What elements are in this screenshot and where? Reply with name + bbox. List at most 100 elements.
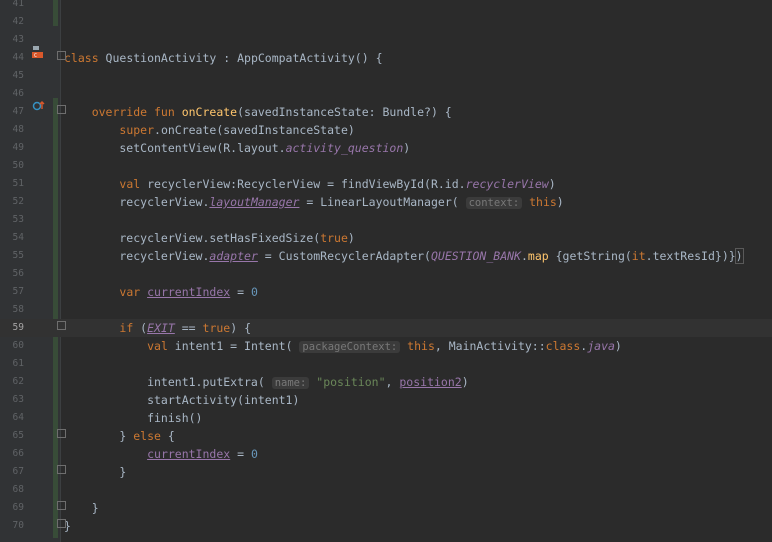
line-number: 64	[12, 412, 24, 423]
code-token: recyclerView:RecyclerView = findViewById…	[147, 177, 466, 191]
code-text[interactable]: currentIndex = 0	[64, 445, 258, 463]
code-line[interactable]: 49 setContentView(R.layout.activity_ques…	[0, 139, 772, 157]
code-line[interactable]: 70}	[0, 517, 772, 535]
code-text[interactable]: finish()	[64, 409, 202, 427]
code-line[interactable]: 54 recyclerView.setHasFixedSize(true)	[0, 229, 772, 247]
fold-marker-function[interactable]	[57, 105, 66, 114]
code-line[interactable]: 60 val intent1 = Intent( packageContext:…	[0, 337, 772, 355]
code-token: =	[230, 447, 251, 461]
code-token: setContentView(R.layout.	[64, 141, 286, 155]
code-line[interactable]: 56	[0, 265, 772, 283]
code-token: ,	[385, 375, 400, 389]
code-text[interactable]: }	[64, 463, 126, 481]
code-token: var	[119, 285, 148, 299]
line-number: 51	[12, 178, 24, 189]
code-text[interactable]: startActivity(intent1)	[64, 391, 299, 409]
code-text[interactable]: class QuestionActivity : AppCompatActivi…	[64, 49, 383, 67]
line-number: 46	[12, 88, 24, 99]
code-line[interactable]: 65 } else {	[0, 427, 772, 445]
activity-class-icon[interactable]: C	[32, 45, 44, 59]
code-line[interactable]: 68	[0, 481, 772, 499]
code-line[interactable]: 58	[0, 301, 772, 319]
fold-marker-if[interactable]	[57, 321, 66, 330]
code-token: override fun	[64, 105, 182, 119]
code-text[interactable]: override fun onCreate(savedInstanceState…	[64, 103, 452, 121]
code-line[interactable]: 69 }	[0, 499, 772, 517]
code-token: }	[64, 501, 99, 515]
code-token: layoutManager	[209, 195, 300, 209]
line-number: 43	[12, 34, 24, 45]
line-number: 56	[12, 268, 24, 279]
line-number: 54	[12, 232, 24, 243]
code-line[interactable]: 57 var currentIndex = 0	[0, 283, 772, 301]
code-text[interactable]: recyclerView.setHasFixedSize(true)	[64, 229, 354, 247]
code-token: recyclerView.setHasFixedSize(	[64, 231, 321, 245]
code-token: startActivity(intent1)	[64, 393, 300, 407]
line-number: 41	[12, 0, 24, 9]
line-number: 45	[12, 70, 24, 81]
fold-marker-else-end[interactable]	[57, 465, 66, 474]
fold-marker-function-end[interactable]	[57, 501, 66, 510]
code-token: activity_question	[285, 141, 404, 155]
code-editor[interactable]: 41 42 43 44 class QuestionActivity : AppComp…	[0, 0, 772, 542]
code-token: ) {	[230, 321, 251, 335]
code-line[interactable]: 47 override fun onCreate(savedInstanceSt…	[0, 103, 772, 121]
code-text[interactable]: recyclerView.adapter = CustomRecyclerAda…	[64, 247, 744, 265]
code-line[interactable]: 44 class QuestionActivity : AppCompatActi…	[0, 49, 772, 67]
code-text[interactable]: val intent1 = Intent( packageContext: th…	[64, 337, 622, 356]
code-token: = CustomRecyclerAdapter(	[257, 249, 431, 263]
code-line[interactable]: 64 finish()	[0, 409, 772, 427]
code-token: )	[614, 339, 622, 353]
code-line[interactable]: 46	[0, 85, 772, 103]
code-line[interactable]: 43	[0, 31, 772, 49]
code-line[interactable]: 45	[0, 67, 772, 85]
code-line[interactable]: 50	[0, 157, 772, 175]
code-line[interactable]: 55 recyclerView.adapter = CustomRecycler…	[0, 247, 772, 265]
code-line[interactable]: 51 val recyclerView:RecyclerView = findV…	[0, 175, 772, 193]
code-line[interactable]: 52 recyclerView.layoutManager = LinearLa…	[0, 193, 772, 211]
code-line[interactable]: 61	[0, 355, 772, 373]
code-text[interactable]: intent1.putExtra( name: "position", posi…	[64, 373, 469, 392]
code-token: EXIT	[147, 321, 175, 335]
code-text[interactable]: recyclerView.layoutManager = LinearLayou…	[64, 193, 564, 212]
code-line[interactable]: 41	[0, 0, 772, 13]
code-line[interactable]: 63 startActivity(intent1)	[0, 391, 772, 409]
code-line[interactable]: 48 super.onCreate(savedInstanceState)	[0, 121, 772, 139]
line-number: 57	[12, 286, 24, 297]
code-line[interactable]: 59 if (EXIT == true) {	[0, 319, 772, 337]
code-token: )	[548, 177, 556, 191]
code-token: it	[631, 249, 646, 263]
code-token: this	[522, 195, 557, 209]
fold-marker-class[interactable]	[57, 51, 66, 60]
line-number: 58	[12, 304, 24, 315]
code-line[interactable]: 67 }	[0, 463, 772, 481]
code-text[interactable]: if (EXIT == true) {	[64, 319, 251, 337]
code-token: QuestionActivity : AppCompatActivity() {	[98, 51, 383, 65]
code-line[interactable]: 42	[0, 13, 772, 31]
code-text[interactable]: var currentIndex = 0	[64, 283, 258, 301]
code-text[interactable]: } else {	[64, 427, 174, 445]
line-number: 68	[12, 484, 24, 495]
parameter-hint: context:	[465, 197, 523, 209]
fold-marker-class-end[interactable]	[57, 519, 66, 528]
line-number: 59	[12, 322, 24, 333]
code-token: (savedInstanceState: Bundle?) {	[237, 105, 452, 119]
override-method-icon[interactable]	[32, 99, 46, 113]
code-text[interactable]: }	[64, 499, 99, 517]
code-line[interactable]: 66 currentIndex = 0	[0, 445, 772, 463]
code-text[interactable]: super.onCreate(savedInstanceState)	[64, 121, 354, 139]
fold-marker-else[interactable]	[57, 429, 66, 438]
code-token: onCreate	[181, 105, 238, 119]
code-token: .	[520, 249, 528, 263]
code-token: intent1.putExtra(	[64, 375, 272, 389]
code-text[interactable]: val recyclerView:RecyclerView = findView…	[64, 175, 556, 193]
code-token: recyclerView	[465, 177, 549, 191]
code-text[interactable]: setContentView(R.layout.activity_questio…	[64, 139, 410, 157]
code-token: recyclerView.	[64, 249, 210, 263]
code-line[interactable]: 62 intent1.putExtra( name: "position", p…	[0, 373, 772, 391]
code-line[interactable]: 53	[0, 211, 772, 229]
